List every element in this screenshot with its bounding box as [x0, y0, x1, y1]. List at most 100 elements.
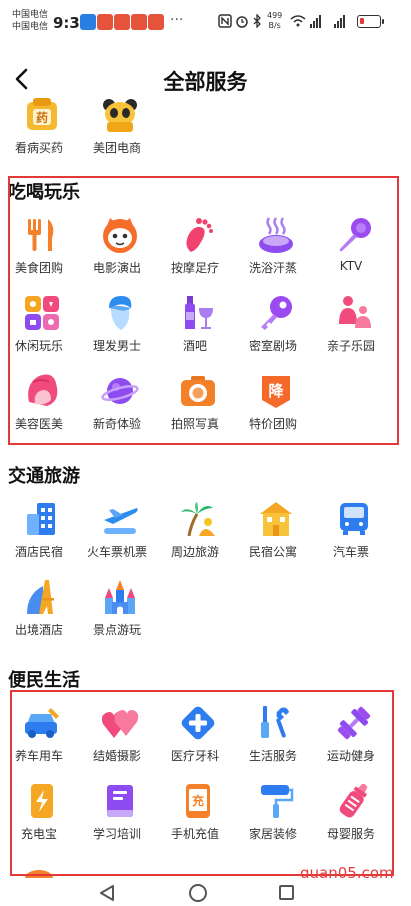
- nfc-icon: [218, 14, 232, 28]
- service-label: 亲子乐园: [326, 339, 375, 353]
- phone-recharge-icon: 充: [186, 784, 210, 818]
- service-food[interactable]: 美食团购: [0, 216, 78, 286]
- service-bath[interactable]: 洗浴汗蒸: [234, 216, 312, 286]
- service-label: 汽车票: [332, 545, 369, 559]
- service-label: 出境酒店: [14, 623, 63, 637]
- service-label: 生活服务: [248, 749, 297, 763]
- service-fitness[interactable]: 运动健身: [312, 704, 390, 774]
- castle-icon: [105, 580, 135, 614]
- beauty-icon: [28, 374, 58, 406]
- service-label: 新奇体验: [92, 417, 141, 431]
- service-label: 酒店民宿: [14, 545, 63, 559]
- service-label: 按摩足疗: [170, 261, 219, 275]
- apartment-icon: [260, 502, 292, 536]
- family-icon: [339, 296, 371, 328]
- service-wedding-photo[interactable]: 结婚摄影: [78, 704, 156, 774]
- service-apartment[interactable]: 民宿公寓: [234, 500, 312, 570]
- service-label: 景点游玩: [92, 623, 141, 637]
- foot-icon: [186, 218, 213, 252]
- service-bus-ticket[interactable]: 汽车票: [312, 500, 390, 570]
- service-label: 母婴服务: [326, 827, 375, 841]
- service-maternal-baby[interactable]: 母婴服务: [312, 782, 390, 852]
- service-label: 运动健身: [326, 749, 375, 763]
- service-label: 民宿公寓: [248, 545, 297, 559]
- app-red-icon: [97, 14, 113, 30]
- nav-home-icon[interactable]: [189, 884, 207, 902]
- service-label: 洗浴汗蒸: [248, 261, 297, 275]
- hearts-icon: [101, 710, 139, 738]
- nav-back-icon[interactable]: [98, 884, 116, 902]
- section-title-travel: 交通旅游: [8, 466, 80, 487]
- service-life-services[interactable]: 生活服务: [234, 704, 312, 774]
- barber-icon: [109, 296, 132, 330]
- microphone-icon: [339, 218, 371, 252]
- service-label: 美容医美: [14, 417, 63, 431]
- service-label: 看病买药: [14, 141, 63, 155]
- service-beauty[interactable]: 美容医美: [0, 372, 78, 442]
- medicine-icon: [27, 98, 57, 130]
- service-train-flight[interactable]: 火车票机票: [78, 500, 156, 570]
- dumbbell-icon: [337, 706, 371, 740]
- carrier-labels: 中国电信 中国电信: [12, 9, 48, 33]
- service-barber[interactable]: 理发男士: [78, 294, 156, 364]
- service-massage[interactable]: 按摩足疗: [156, 216, 234, 286]
- service-home-decor[interactable]: 家居装修: [234, 782, 312, 852]
- bath-icon: [259, 217, 293, 253]
- service-bar[interactable]: 酒吧: [156, 294, 234, 364]
- service-car[interactable]: 养车用车: [0, 704, 78, 774]
- carrier-1: 中国电信: [12, 10, 49, 20]
- eiffel-tower-icon: [27, 580, 54, 614]
- service-phone-recharge[interactable]: 充 手机充值: [156, 782, 234, 852]
- service-overseas-hotel[interactable]: 出境酒店: [0, 578, 78, 648]
- planet-icon: [101, 378, 139, 404]
- discount-icon: 降: [262, 376, 290, 408]
- service-medical-dental[interactable]: 医疗牙科: [156, 704, 234, 774]
- service-label: 美团电商: [92, 141, 141, 155]
- service-movie[interactable]: 电影演出: [78, 216, 156, 286]
- section-title-entertainment: 吃喝玩乐: [8, 182, 80, 203]
- service-hotel[interactable]: 酒店民宿: [0, 500, 78, 570]
- service-nearby-travel[interactable]: 周边旅游: [156, 500, 234, 570]
- service-education[interactable]: 学习培训: [78, 782, 156, 852]
- section-title-life: 便民生活: [8, 670, 80, 691]
- service-meituan-ecommerce[interactable]: 美团电商: [78, 96, 156, 166]
- service-power-bank[interactable]: 充电宝: [0, 782, 78, 852]
- service-label: 充电宝: [20, 827, 57, 841]
- status-bar: 中国电信 中国电信 9:31 ··· 499 B/s: [0, 0, 411, 44]
- service-attractions[interactable]: 景点游玩: [78, 578, 156, 648]
- app-blue-icon: [80, 14, 96, 30]
- svg-text:充: 充: [192, 793, 204, 808]
- service-label: 特价团购: [248, 417, 297, 431]
- service-label: 美食团购: [14, 261, 63, 275]
- service-label: 医疗牙科: [170, 749, 219, 763]
- baby-bottle-icon: [339, 783, 368, 818]
- page-title: 全部服务: [163, 70, 248, 94]
- tools-icon: [261, 706, 289, 738]
- service-photo[interactable]: 拍照写真: [156, 372, 234, 442]
- bluetooth-icon: [253, 14, 261, 28]
- service-label: 火车票机票: [86, 545, 147, 559]
- service-label: 养车用车: [14, 749, 63, 763]
- cat-icon: [103, 218, 137, 253]
- partial-service-icon: [25, 870, 53, 878]
- wine-icon: [185, 296, 213, 329]
- service-ktv[interactable]: KTV: [312, 216, 390, 286]
- leisure-icon: [25, 296, 59, 330]
- hotel-icon: [27, 503, 55, 535]
- fork-knife-icon: [28, 219, 54, 251]
- signal-icon: [334, 14, 345, 28]
- power-bank-icon: [31, 784, 53, 818]
- network-speed-value: 499: [267, 11, 283, 20]
- service-family-park[interactable]: 亲子乐园: [312, 294, 390, 364]
- svg-text:降: 降: [268, 382, 284, 400]
- service-discount-deals[interactable]: 降 特价团购: [234, 372, 312, 442]
- service-leisure[interactable]: 休闲玩乐: [0, 294, 78, 364]
- service-label: 酒吧: [182, 339, 207, 353]
- service-label: 周边旅游: [170, 545, 219, 559]
- key-icon: [261, 296, 292, 330]
- service-medicine[interactable]: 药 看病买药: [0, 96, 78, 166]
- service-escape-room[interactable]: 密室剧场: [234, 294, 312, 364]
- nav-recent-apps-icon[interactable]: [279, 885, 294, 900]
- app-red-icon: [131, 14, 147, 30]
- service-novel-experience[interactable]: 新奇体验: [78, 372, 156, 442]
